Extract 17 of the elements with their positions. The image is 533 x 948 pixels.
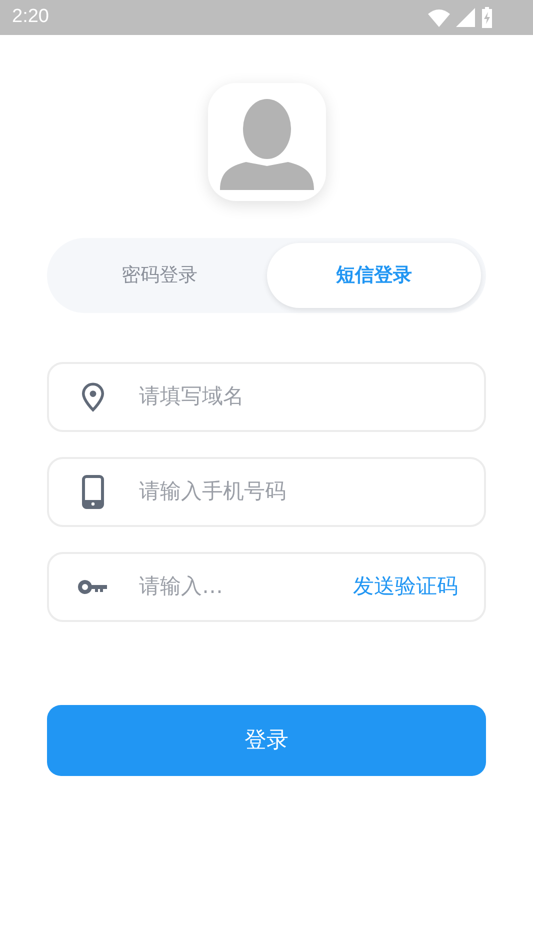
login-tab[interactable]: 短信登录 [266,243,481,308]
text-input[interactable]: 请填写域名 [139,381,458,413]
phone-icon [82,475,104,509]
signal-icon [456,8,475,27]
login-tab[interactable]: 密码登录 [52,243,266,308]
status-time: 2:20 [12,5,49,30]
key-icon [77,579,109,595]
input-field[interactable]: 请输入… 发送验证码 [47,552,486,622]
wifi-icon [428,8,450,26]
login-button[interactable]: 登录 [47,705,486,776]
send-code-link[interactable]: 发送验证码 [353,571,458,603]
input-field[interactable]: 请输入手机号码 [47,457,486,527]
input-field[interactable]: 请填写域名 [47,362,486,432]
text-input[interactable]: 请输入… [139,571,353,603]
text-input[interactable]: 请输入手机号码 [139,476,458,508]
location-pin-icon [80,382,106,412]
battery-charging-icon [481,7,493,28]
